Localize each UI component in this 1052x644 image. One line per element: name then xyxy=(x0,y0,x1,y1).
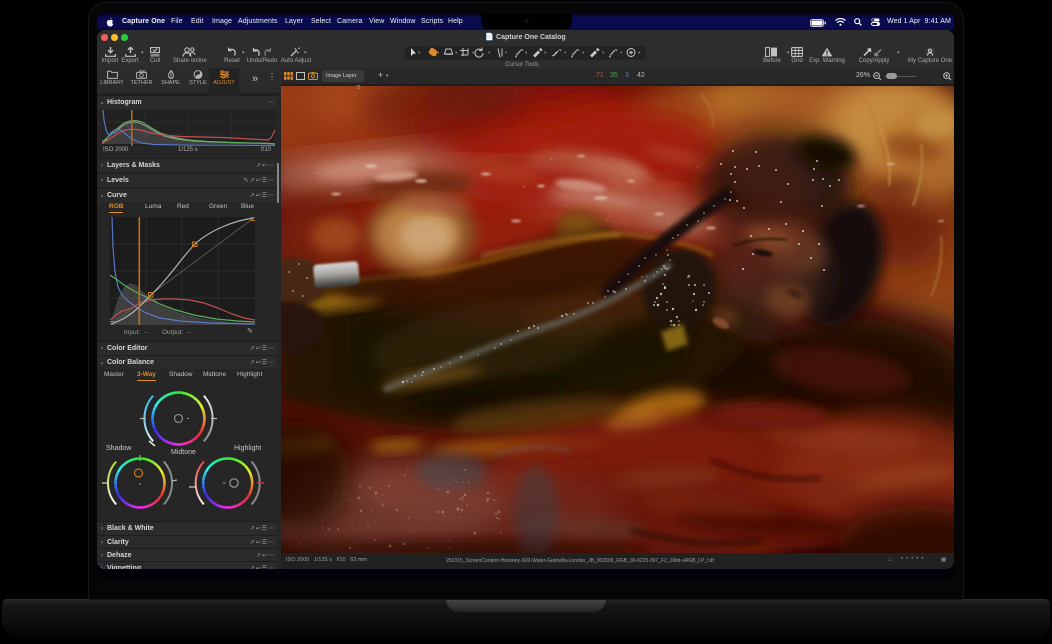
svg-text:▾: ▾ xyxy=(582,50,585,55)
svg-text:▾: ▾ xyxy=(602,50,605,55)
svg-text:▾: ▾ xyxy=(620,50,623,55)
svg-text:▾: ▾ xyxy=(638,50,641,55)
svg-text:▾: ▾ xyxy=(544,50,547,55)
svg-text:▾: ▾ xyxy=(437,50,440,55)
svg-text:▾: ▾ xyxy=(525,50,528,55)
svg-text:▾: ▾ xyxy=(564,50,567,55)
svg-text:▾: ▾ xyxy=(505,50,508,55)
svg-text:▾: ▾ xyxy=(488,50,491,55)
svg-text:▾: ▾ xyxy=(418,50,421,55)
svg-text:▾: ▾ xyxy=(455,50,458,55)
